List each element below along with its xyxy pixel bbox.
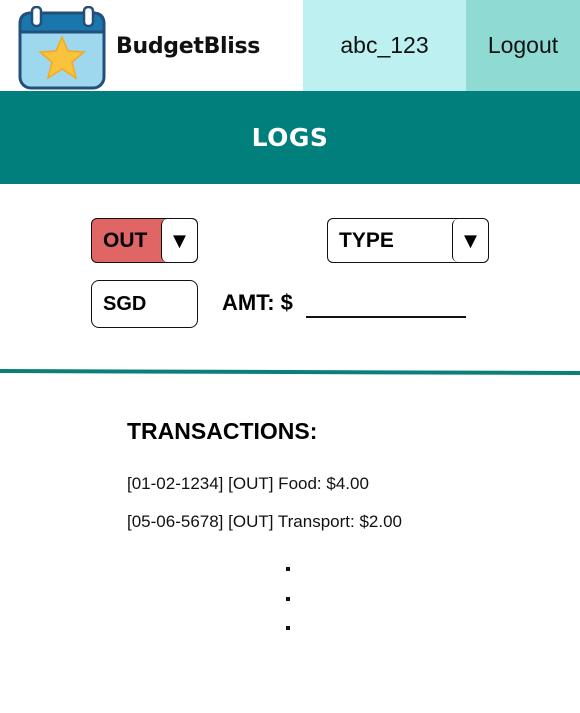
- currency-field[interactable]: SGD: [91, 280, 198, 328]
- direction-value: OUT: [103, 228, 148, 252]
- page-title: LOGS: [251, 123, 329, 152]
- list-item: [05-06-5678] [OUT] Transport: $2.00: [127, 512, 402, 531]
- ellipsis-dot: [286, 626, 290, 630]
- chevron-down-icon[interactable]: ▼: [161, 219, 197, 262]
- list-item: [01-02-1234] [OUT] Food: $4.00: [127, 474, 369, 493]
- transactions-title: TRANSACTIONS:: [127, 418, 318, 444]
- amount-input[interactable]: [306, 292, 466, 318]
- brand-name: BudgetBliss: [116, 34, 261, 59]
- section-divider: [0, 369, 580, 376]
- header: BudgetBliss abc_123 Logout: [0, 0, 580, 91]
- chevron-down-icon[interactable]: ▼: [452, 219, 488, 262]
- page-banner: LOGS: [0, 91, 580, 184]
- type-select[interactable]: TYPE ▼: [327, 218, 489, 263]
- calendar-star-icon: [18, 6, 106, 90]
- username-display[interactable]: abc_123: [303, 0, 466, 91]
- ellipsis-dot: [286, 567, 290, 571]
- logout-button[interactable]: Logout: [466, 0, 580, 91]
- type-value: TYPE: [339, 228, 394, 252]
- direction-select[interactable]: OUT ▼: [91, 218, 198, 263]
- ellipsis-dot: [286, 597, 290, 601]
- amount-label: AMT: $: [222, 290, 293, 315]
